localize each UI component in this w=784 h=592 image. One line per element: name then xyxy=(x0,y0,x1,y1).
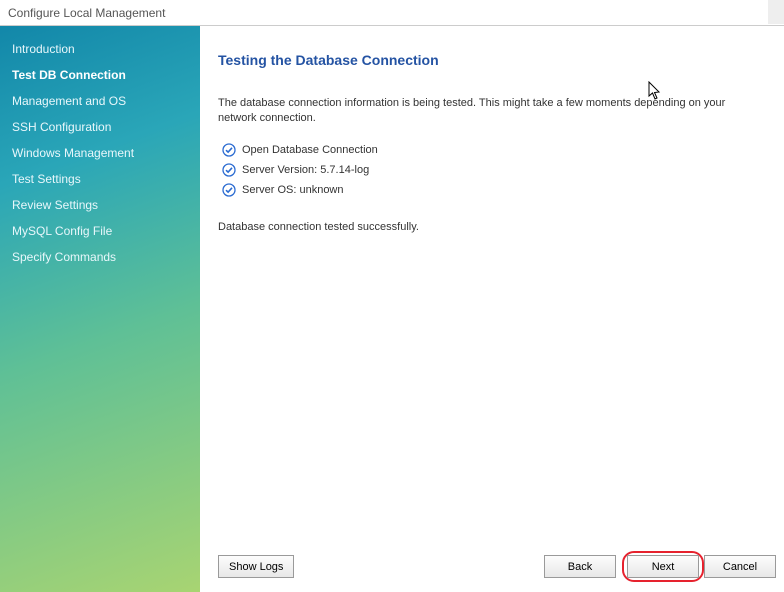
sidebar-item-mysql-config-file[interactable]: MySQL Config File xyxy=(0,218,200,244)
show-logs-button[interactable]: Show Logs xyxy=(218,555,294,578)
cancel-button[interactable]: Cancel xyxy=(704,555,776,578)
checkmark-icon xyxy=(222,183,236,197)
check-row: Server Version: 5.7.14-log xyxy=(222,163,766,177)
check-label: Open Database Connection xyxy=(242,144,378,156)
window-title: Configure Local Management xyxy=(8,6,165,20)
button-bar: Show Logs Back Next Cancel xyxy=(218,551,776,582)
sidebar: Introduction Test DB Connection Manageme… xyxy=(0,26,200,592)
checkmark-icon xyxy=(222,163,236,177)
window-close-button[interactable] xyxy=(768,0,784,24)
checkmark-icon xyxy=(222,143,236,157)
title-bar: Configure Local Management xyxy=(0,0,784,26)
sidebar-item-management-and-os[interactable]: Management and OS xyxy=(0,88,200,114)
sidebar-item-review-settings[interactable]: Review Settings xyxy=(0,192,200,218)
page-description: The database connection information is b… xyxy=(218,96,766,127)
sidebar-item-test-db-connection[interactable]: Test DB Connection xyxy=(0,62,200,88)
page-heading: Testing the Database Connection xyxy=(218,52,766,68)
check-row: Server OS: unknown xyxy=(222,183,766,197)
sidebar-item-windows-management[interactable]: Windows Management xyxy=(0,140,200,166)
sidebar-item-introduction[interactable]: Introduction xyxy=(0,36,200,62)
status-message: Database connection tested successfully. xyxy=(218,221,766,233)
check-label: Server OS: unknown xyxy=(242,184,344,196)
check-list: Open Database Connection Server Version:… xyxy=(222,143,766,197)
next-highlight: Next xyxy=(622,551,704,582)
body: Introduction Test DB Connection Manageme… xyxy=(0,26,784,592)
back-button[interactable]: Back xyxy=(544,555,616,578)
main-panel: Testing the Database Connection The data… xyxy=(200,26,784,592)
next-button[interactable]: Next xyxy=(627,555,699,578)
sidebar-item-test-settings[interactable]: Test Settings xyxy=(0,166,200,192)
check-label: Server Version: 5.7.14-log xyxy=(242,164,369,176)
sidebar-item-ssh-configuration[interactable]: SSH Configuration xyxy=(0,114,200,140)
check-row: Open Database Connection xyxy=(222,143,766,157)
sidebar-item-specify-commands[interactable]: Specify Commands xyxy=(0,244,200,270)
